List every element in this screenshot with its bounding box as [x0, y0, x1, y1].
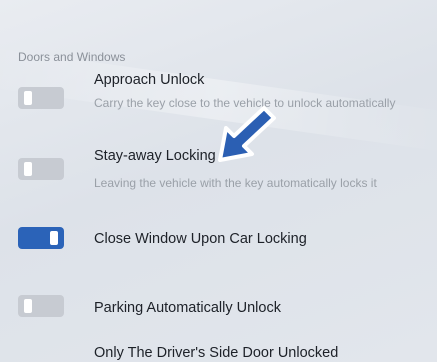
stay-away-locking-toggle[interactable] — [18, 158, 64, 180]
close-window-label: Close Window Upon Car Locking — [94, 231, 307, 247]
driver-side-door-label: Only The Driver's Side Door Unlocked — [94, 345, 339, 361]
approach-unlock-label: Approach Unlock — [94, 72, 205, 88]
arrow-pointer-icon — [218, 106, 276, 162]
toggle-knob — [50, 231, 58, 245]
parking-unlock-label: Parking Automatically Unlock — [94, 300, 281, 316]
settings-panel: Doors and Windows Approach Unlock Carry … — [0, 0, 437, 362]
stay-away-locking-label: Stay-away Locking — [94, 148, 216, 164]
close-window-toggle[interactable] — [18, 227, 64, 249]
toggle-knob — [24, 91, 32, 105]
parking-unlock-toggle[interactable] — [18, 295, 64, 317]
section-title: Doors and Windows — [18, 50, 126, 64]
toggle-knob — [24, 299, 32, 313]
stay-away-locking-description: Leaving the vehicle with the key automat… — [94, 176, 377, 190]
toggle-knob — [24, 162, 32, 176]
approach-unlock-toggle[interactable] — [18, 87, 64, 109]
